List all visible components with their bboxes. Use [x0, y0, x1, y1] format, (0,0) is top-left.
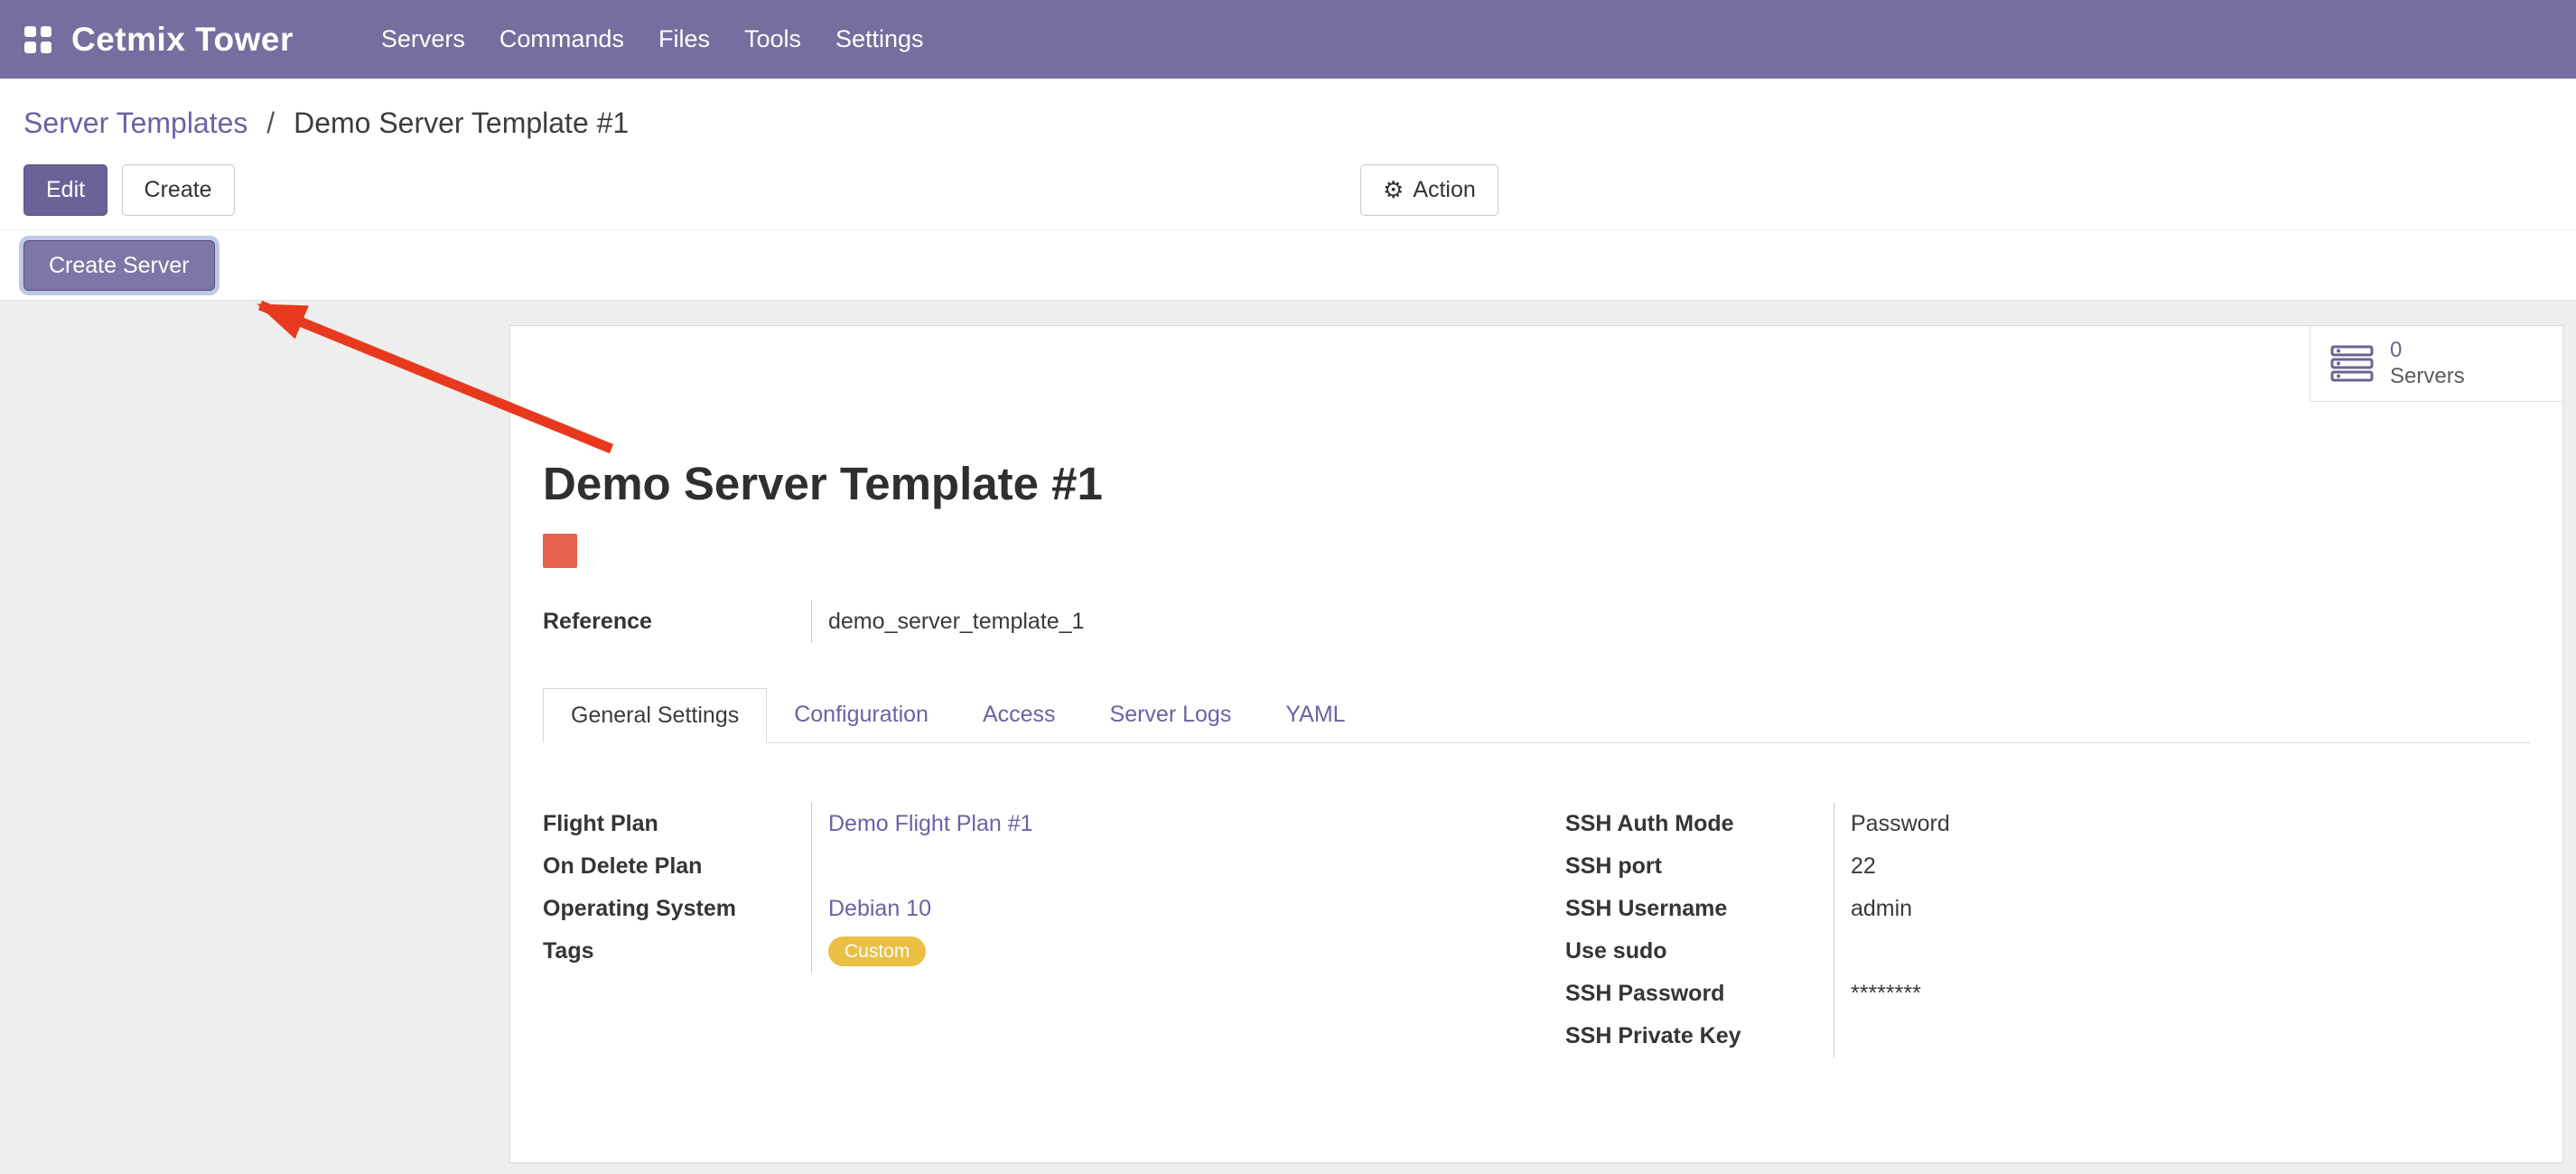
menu-item-files[interactable]: Files: [641, 0, 727, 79]
stat-text: 0 Servers: [2390, 338, 2465, 389]
field-value-ssh-auth-mode: Password: [1834, 803, 2530, 845]
field-value-flight-plan: Demo Flight Plan #1: [811, 803, 1507, 845]
color-swatch[interactable]: [543, 534, 577, 568]
form-sheet: 0 Servers Demo Server Template #1 Refere…: [509, 325, 2563, 1163]
create-button[interactable]: Create: [122, 164, 235, 216]
control-panel: Server Templates / Demo Server Template …: [0, 79, 2576, 230]
tab-configuration[interactable]: Configuration: [767, 688, 956, 742]
field-label-ssh-password: SSH Password: [1565, 973, 1834, 1015]
reference-label: Reference: [543, 601, 811, 643]
operating-system-link[interactable]: Debian 10: [828, 896, 931, 922]
field-label-tags: Tags: [543, 930, 811, 973]
field-value-operating-system: Debian 10: [811, 888, 1507, 930]
notebook-tabs: General Settings Configuration Access Se…: [543, 688, 2530, 743]
field-value-ssh-port: 22: [1834, 845, 2530, 888]
field-label-use-sudo: Use sudo: [1565, 930, 1834, 973]
menu-item-settings[interactable]: Settings: [818, 0, 941, 79]
edit-button[interactable]: Edit: [23, 164, 107, 216]
app-brand[interactable]: Cetmix Tower: [71, 21, 294, 59]
record-title: Demo Server Template #1: [543, 457, 2530, 510]
field-label-ssh-port: SSH port: [1565, 845, 1834, 888]
breadcrumb-parent-link[interactable]: Server Templates: [23, 107, 247, 139]
tab-server-logs[interactable]: Server Logs: [1083, 688, 1259, 742]
flight-plan-link[interactable]: Demo Flight Plan #1: [828, 811, 1033, 837]
field-group-left: Flight Plan Demo Flight Plan #1 On Delet…: [543, 803, 1507, 973]
field-groups: Flight Plan Demo Flight Plan #1 On Delet…: [543, 803, 2530, 1058]
stat-value: 0: [2390, 338, 2465, 363]
action-button[interactable]: ⚙ Action: [1360, 164, 1498, 216]
top-navbar: Cetmix Tower Servers Commands Files Tool…: [0, 0, 2576, 79]
field-label-ssh-username: SSH Username: [1565, 888, 1834, 930]
field-value-use-sudo: [1834, 930, 2530, 973]
tab-general-settings[interactable]: General Settings: [543, 688, 767, 743]
tab-access[interactable]: Access: [956, 688, 1083, 742]
menu-item-commands[interactable]: Commands: [482, 0, 641, 79]
menu-item-servers[interactable]: Servers: [364, 0, 482, 79]
stat-label: Servers: [2390, 364, 2465, 389]
field-label-ssh-auth-mode: SSH Auth Mode: [1565, 803, 1834, 845]
apps-grid-icon[interactable]: [24, 26, 51, 53]
breadcrumb-separator: /: [266, 107, 275, 139]
field-value-ssh-username: admin: [1834, 888, 2530, 930]
tag-badge[interactable]: Custom: [828, 936, 926, 966]
menu-item-tools[interactable]: Tools: [727, 0, 818, 79]
field-value-tags: Custom: [811, 930, 1507, 973]
field-label-operating-system: Operating System: [543, 888, 811, 930]
field-value-on-delete-plan: [811, 845, 1507, 888]
field-label-ssh-private-key: SSH Private Key: [1565, 1015, 1834, 1058]
field-label-on-delete-plan: On Delete Plan: [543, 845, 811, 888]
toolbar: Edit Create ⚙ Action: [23, 164, 2576, 216]
field-value-ssh-password: ********: [1834, 973, 2530, 1015]
main-menu: Servers Commands Files Tools Settings: [364, 0, 941, 79]
field-label-flight-plan: Flight Plan: [543, 803, 811, 845]
field-group-right: SSH Auth Mode Password SSH port 22 SSH U…: [1565, 803, 2530, 1058]
breadcrumb: Server Templates / Demo Server Template …: [23, 106, 2576, 140]
statusbar: Create Server: [0, 230, 2576, 301]
apps-grid-square: [24, 26, 36, 38]
content-area: 0 Servers Demo Server Template #1 Refere…: [0, 301, 2576, 1174]
servers-stat-button[interactable]: 0 Servers: [2310, 326, 2562, 402]
servers-icon: [2330, 345, 2374, 383]
create-server-button[interactable]: Create Server: [23, 240, 215, 291]
apps-grid-square: [41, 26, 52, 38]
reference-value: demo_server_template_1: [811, 601, 1491, 643]
reference-row: Reference demo_server_template_1: [543, 601, 1491, 643]
field-value-ssh-private-key: [1834, 1015, 2530, 1058]
apps-grid-square: [41, 42, 52, 53]
action-button-label: Action: [1413, 177, 1475, 203]
sheet-inner: Demo Server Template #1 Reference demo_s…: [510, 326, 2562, 1058]
gear-icon: ⚙: [1383, 176, 1404, 204]
breadcrumb-current: Demo Server Template #1: [294, 107, 629, 139]
apps-grid-square: [24, 42, 36, 53]
tab-yaml[interactable]: YAML: [1258, 688, 1372, 742]
page: Cetmix Tower Servers Commands Files Tool…: [0, 0, 2576, 1174]
